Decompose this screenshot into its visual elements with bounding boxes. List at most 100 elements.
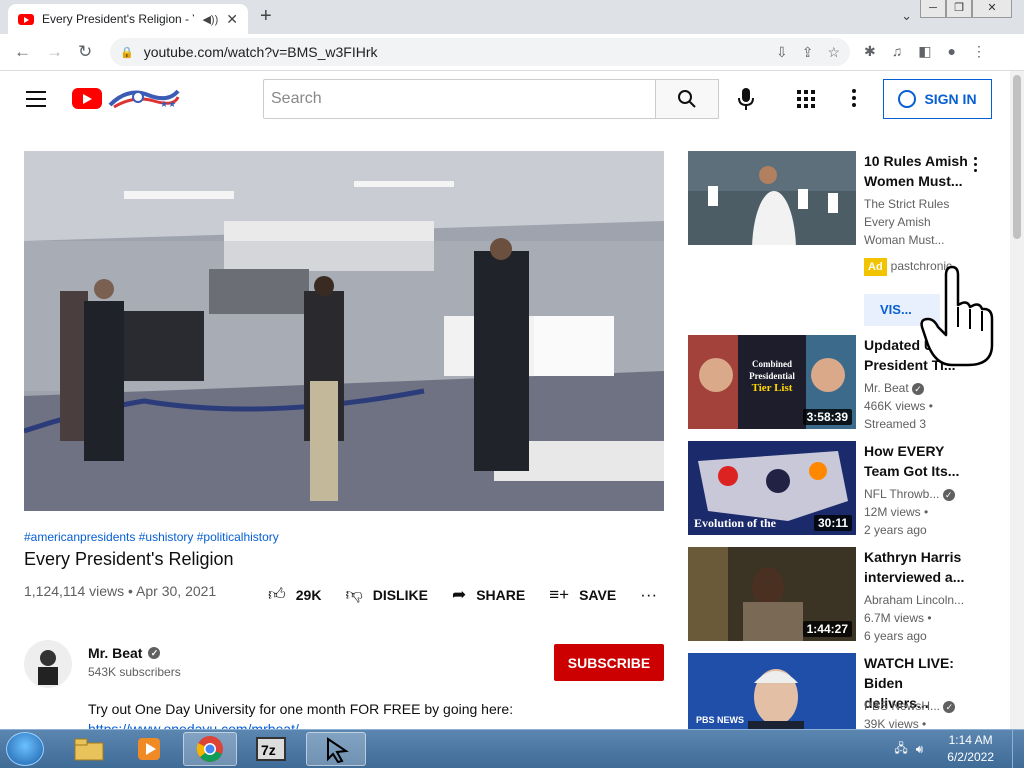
channel-name[interactable]: Mr. Beat ✓: [88, 645, 161, 661]
file-explorer-icon[interactable]: [62, 732, 116, 766]
settings-more-icon[interactable]: [852, 89, 856, 110]
share-button[interactable]: ➦ SHARE: [452, 585, 525, 605]
window-controls: ─ ❐ ✕: [920, 0, 1012, 18]
verified-check-icon: ✓: [942, 489, 955, 501]
windows-taskbar: 7z 🖧 🔊︎ 1:14 AM 6/2/2022: [0, 729, 1024, 768]
omnibox[interactable]: 🔒 youtube.com/watch?v=BMS_w3FIHrk ⇩ ⇪ ☆: [110, 38, 850, 66]
svg-text:★★: ★★: [160, 99, 176, 109]
like-count: 29K: [295, 586, 322, 603]
page-scrollbar[interactable]: [1010, 71, 1024, 729]
svg-text:Combined: Combined: [752, 359, 792, 369]
rec-age: 6 years ago: [864, 629, 927, 643]
sign-in-label: SIGN IN: [924, 91, 977, 107]
share-arrow-icon: ➦: [451, 584, 467, 604]
side-panel-icon[interactable]: ◧: [918, 43, 931, 60]
rec-thumbnail[interactable]: PBS NEWS: [688, 653, 856, 729]
svg-text:7z: 7z: [261, 742, 276, 758]
pointer-app-icon[interactable]: [306, 732, 366, 766]
verified-check-icon: ✓: [943, 701, 956, 713]
chrome-taskbar-icon[interactable]: [183, 732, 237, 766]
reload-icon[interactable]: ↻: [78, 42, 92, 62]
account-icon: [898, 90, 917, 108]
playlist-add-icon: ≡+: [549, 584, 570, 604]
close-window-icon[interactable]: ✕: [972, 0, 1012, 18]
more-actions-icon[interactable]: ···: [640, 585, 657, 605]
rec-thumbnail[interactable]: Combined Presidential Tier List 3:58:39: [688, 335, 856, 429]
rec-channel: Mr. Beat ✓: [864, 379, 974, 397]
close-tab-icon[interactable]: ✕: [226, 11, 238, 28]
rec-title[interactable]: How EVERY Team Got Its...: [864, 441, 968, 481]
minimize-icon[interactable]: ─: [920, 0, 946, 18]
video-player[interactable]: [24, 151, 664, 511]
maximize-icon[interactable]: ❐: [946, 0, 972, 18]
show-desktop-button[interactable]: [1012, 730, 1024, 768]
rec-duration: 30:11: [813, 515, 852, 531]
lock-icon[interactable]: 🔒: [120, 46, 134, 59]
tab-search-icon[interactable]: ⌄: [901, 8, 912, 24]
clock[interactable]: 1:14 AM 6/2/2022: [947, 732, 994, 766]
svg-text:Tier List: Tier List: [752, 382, 793, 394]
search-button[interactable]: [655, 79, 719, 119]
rec-channel: NFL Throwb... ✓: [864, 485, 974, 503]
clock-time: 1:14 AM: [948, 733, 993, 747]
video-hashtags[interactable]: #americanpresidents #ushistory #politica…: [24, 530, 279, 544]
dislike-label: DISLIKE: [372, 586, 428, 603]
media-control-icon[interactable]: ♫: [892, 43, 903, 60]
ad-thumbnail[interactable]: [688, 151, 856, 245]
bookmark-star-icon[interactable]: ☆: [827, 44, 840, 61]
network-icon[interactable]: 🖧: [894, 739, 907, 760]
rec-channel: Abraham Lincoln...: [864, 593, 965, 607]
back-icon[interactable]: ←: [14, 42, 31, 62]
scrollbar-thumb[interactable]: [1013, 75, 1021, 239]
hamburger-menu-icon[interactable]: [26, 91, 46, 112]
extensions-icon[interactable]: ✱: [864, 43, 876, 60]
new-tab-icon[interactable]: +: [260, 5, 272, 28]
subscribe-button[interactable]: SUBSCRIBE: [554, 644, 664, 681]
rec-duration: 1:44:27: [802, 621, 852, 637]
rec-more-icon[interactable]: [974, 157, 978, 175]
rec-views: 12M views •: [864, 505, 929, 519]
video-frame-polling-station: [24, 151, 664, 511]
subscriber-count: 543K subscribers: [88, 665, 181, 679]
dislike-button[interactable]: 👎︎ DISLIKE: [345, 584, 428, 605]
rec-channel: PBS NewsH... ✓: [864, 697, 974, 715]
recommendation-item[interactable]: PBS NEWS WATCH LIVE: Biden delivers... P…: [688, 653, 1008, 729]
speaker-icon[interactable]: ◀)): [202, 13, 218, 26]
rec-title[interactable]: 10 Rules Amish Women Must...: [864, 151, 968, 191]
rec-thumbnail[interactable]: Evolution of the 30:11: [688, 441, 856, 535]
url-text[interactable]: youtube.com/watch?v=BMS_w3FIHrk: [144, 44, 378, 60]
thumbs-down-icon: 👎︎: [345, 585, 363, 604]
youtube-logo-icon[interactable]: [72, 88, 102, 109]
volume-icon[interactable]: 🔊︎: [916, 742, 924, 757]
rec-title[interactable]: Kathryn Harris interviewed a...: [864, 547, 968, 587]
sign-in-button[interactable]: SIGN IN: [883, 79, 992, 119]
recommendation-item[interactable]: Evolution of the 30:11 How EVERY Team Go…: [688, 441, 1008, 537]
video-title: Every President's Religion: [24, 549, 234, 569]
install-icon[interactable]: ⇩: [776, 44, 788, 61]
profile-icon[interactable]: ●: [947, 43, 955, 60]
rec-thumbnail[interactable]: 1:44:27: [688, 547, 856, 641]
rec-channel: The Strict Rules Every Amish Woman Must.…: [864, 197, 950, 247]
doodle-logo-icon[interactable]: ★★: [108, 85, 180, 111]
chrome-menu-icon[interactable]: ⋮: [972, 43, 986, 60]
channel-avatar[interactable]: [24, 640, 72, 688]
apps-grid-icon[interactable]: [797, 90, 815, 108]
microphone-icon[interactable]: [738, 88, 754, 110]
recommendation-item[interactable]: 1:44:27 Kathryn Harris interviewed a... …: [688, 547, 1008, 643]
7zip-icon[interactable]: 7z: [244, 732, 298, 766]
search-input[interactable]: Search: [263, 79, 656, 119]
forward-icon[interactable]: →: [46, 42, 63, 62]
thumbs-up-icon: 👍︎: [268, 585, 286, 604]
channel-name-text: Mr. Beat: [88, 645, 143, 661]
save-button[interactable]: ≡+ SAVE: [549, 585, 616, 605]
media-player-icon[interactable]: [122, 732, 176, 766]
start-button-icon[interactable]: [6, 732, 44, 766]
browser-tab[interactable]: Every President's Religion - Y ◀)) ✕: [8, 4, 248, 34]
share-page-icon[interactable]: ⇪: [802, 44, 814, 61]
browser-tab-strip: Every President's Religion - Y ◀)) ✕ + ⌄…: [0, 0, 1024, 34]
rec-age: Streamed 3: [864, 417, 927, 431]
like-button[interactable]: 👍︎ 29K: [268, 584, 321, 605]
verified-check-icon: ✓: [148, 647, 161, 659]
rec-duration: 3:58:39: [802, 409, 852, 425]
verified-check-icon: ✓: [912, 383, 925, 395]
